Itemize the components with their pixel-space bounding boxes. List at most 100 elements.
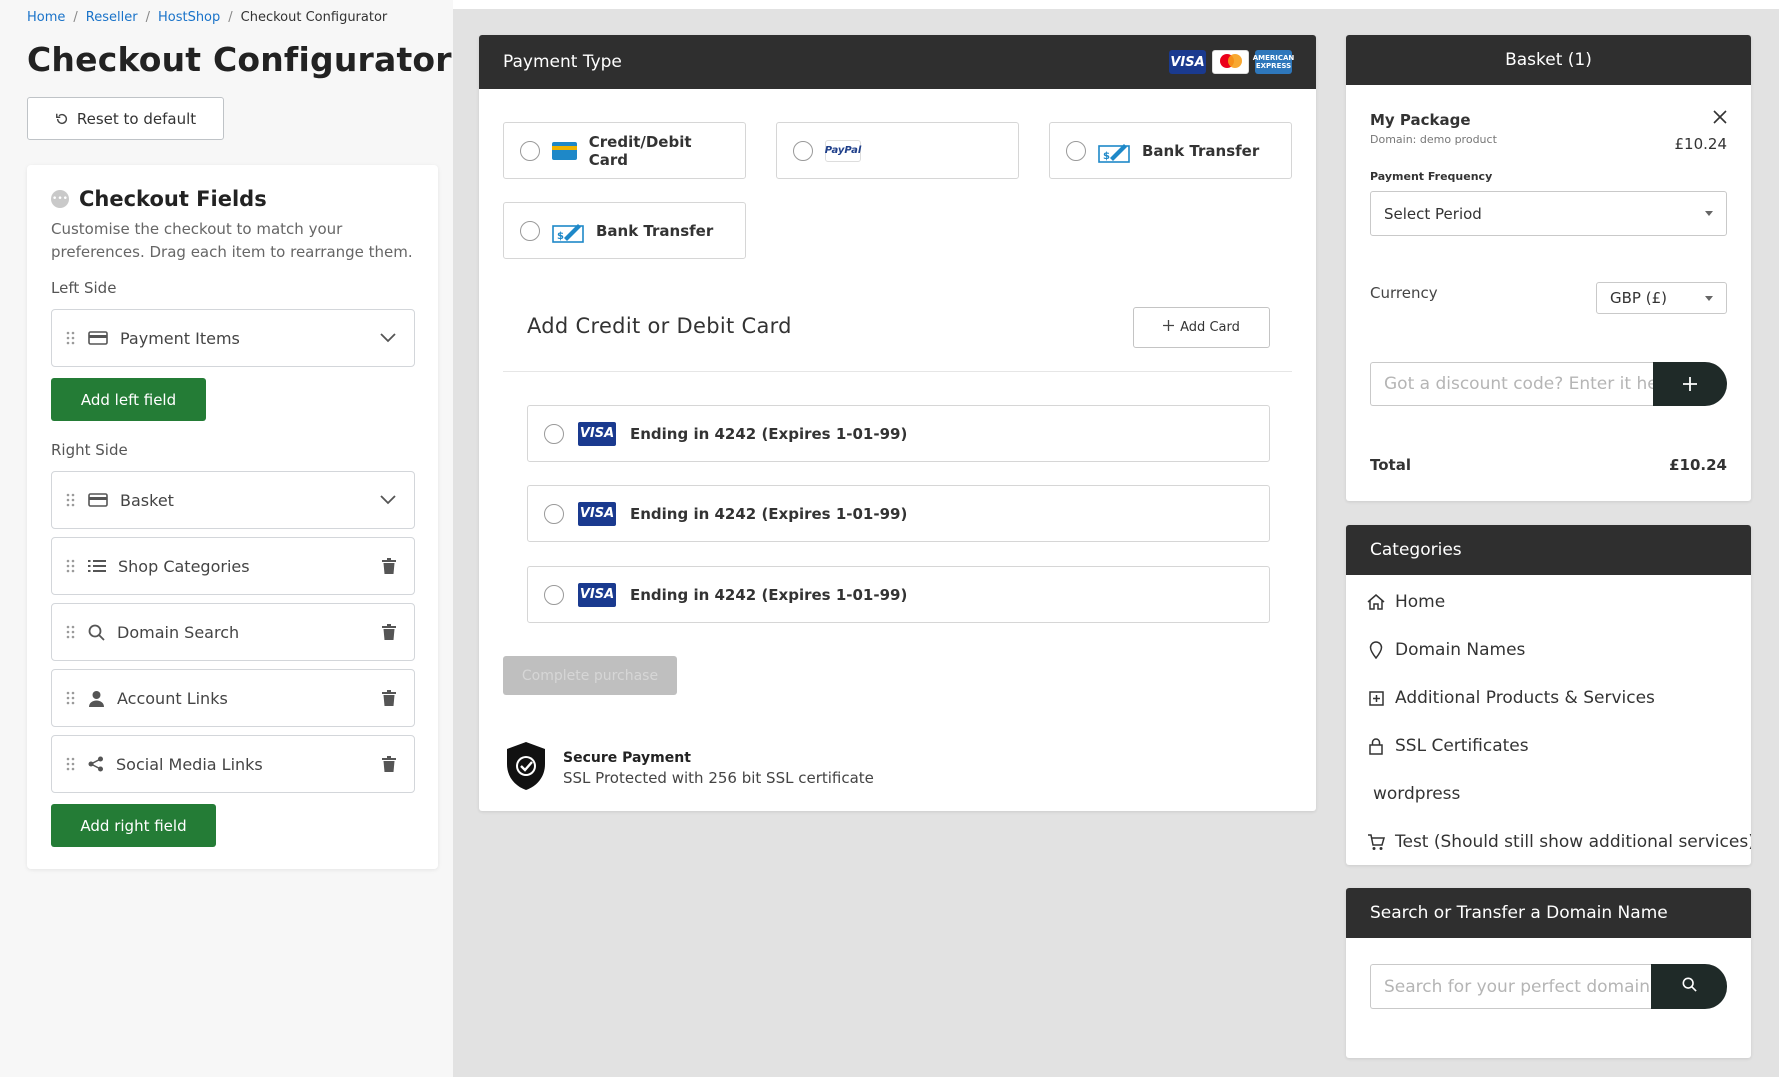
field-item-social-media-links[interactable]: Social Media Links [51, 735, 415, 793]
trash-icon[interactable] [382, 756, 396, 772]
secure-payment-notice: Secure Payment SSL Protected with 256 bi… [503, 740, 874, 796]
field-item-label: Account Links [117, 688, 228, 708]
plus-square-icon [1367, 690, 1385, 706]
search-icon [88, 624, 105, 641]
payment-type-header: Payment Type VISA AMERICAN EXPRESS [479, 35, 1316, 89]
payment-frequency-value: Select Period [1384, 204, 1482, 223]
preview-top-strip [453, 0, 1779, 9]
basket-item-name: My Package [1370, 111, 1471, 129]
field-item-account-links[interactable]: Account Links [51, 669, 415, 727]
field-item-label: Domain Search [117, 622, 240, 642]
total-label: Total [1370, 456, 1411, 474]
category-item-domain-names[interactable]: Domain Names [1367, 640, 1525, 660]
category-item-test[interactable]: Test (Should still show additional servi… [1367, 832, 1751, 852]
payment-option-label: Credit/Debit Card [588, 132, 692, 169]
trash-icon[interactable] [382, 624, 396, 640]
domain-search-input[interactable]: Search for your perfect domain [1370, 964, 1651, 1009]
categories-card: Categories Home Domain Names Additional … [1346, 525, 1751, 865]
apply-discount-button[interactable] [1653, 362, 1727, 406]
svg-text:$: $ [557, 231, 564, 242]
discount-code-input[interactable]: Got a discount code? Enter it here [1370, 362, 1653, 406]
field-item-label: Social Media Links [116, 754, 263, 774]
saved-card-label: Ending in 4242 (Expires 1-01-99) [630, 424, 908, 443]
radio-button[interactable] [793, 140, 813, 161]
drag-handle-icon[interactable] [66, 757, 76, 771]
payment-option-bank-transfer[interactable]: $ Bank Transfer [1049, 122, 1292, 179]
trash-icon[interactable] [382, 558, 396, 574]
drag-handle-icon[interactable] [66, 559, 76, 573]
drag-handle-icon[interactable] [66, 331, 76, 345]
page-title: Checkout Configurator [27, 40, 452, 79]
categories-title: Categories [1346, 525, 1751, 575]
caret-down-icon [1705, 295, 1713, 301]
user-icon [88, 690, 105, 707]
trash-icon[interactable] [382, 690, 396, 706]
payment-option-paypal[interactable]: PayPal [776, 122, 1019, 179]
radio-button[interactable] [544, 503, 564, 524]
plus-icon [1163, 320, 1175, 335]
drag-handle-icon[interactable] [66, 625, 76, 639]
domain-search-group: Search for your perfect domain [1370, 964, 1727, 1009]
category-label: Home [1395, 592, 1446, 612]
category-item-home[interactable]: Home [1367, 592, 1445, 612]
category-label: Additional Products & Services [1395, 688, 1655, 708]
payment-option-card[interactable]: Credit/Debit Card [503, 122, 746, 179]
search-icon [1682, 977, 1697, 996]
payment-frequency-select[interactable]: Select Period [1370, 191, 1727, 236]
paypal-icon: PayPal [825, 139, 861, 162]
field-item-label: Shop Categories [118, 556, 250, 576]
field-item-basket[interactable]: Basket [51, 471, 415, 529]
drag-handle-icon[interactable] [66, 493, 76, 507]
domain-search-title: Search or Transfer a Domain Name [1346, 888, 1751, 938]
radio-button[interactable] [1066, 140, 1086, 161]
field-item-payment-items[interactable]: Payment Items [51, 309, 415, 367]
complete-purchase-button[interactable]: Complete purchase [503, 656, 677, 695]
payment-option-label: Bank Transfer [596, 221, 714, 240]
currency-select[interactable]: GBP (£) [1596, 282, 1727, 314]
discount-code-group: Got a discount code? Enter it here [1370, 362, 1727, 406]
reset-label: Reset to default [76, 109, 197, 128]
reset-to-default-button[interactable]: Reset to default [27, 97, 224, 140]
domain-search-button[interactable] [1651, 964, 1727, 1009]
radio-button[interactable] [520, 220, 540, 241]
currency-value: GBP (£) [1610, 289, 1667, 307]
field-item-label: Payment Items [120, 328, 240, 348]
breadcrumb-separator: / [73, 10, 78, 25]
left-side-label: Left Side [51, 279, 117, 297]
payment-option-bank-transfer[interactable]: $ Bank Transfer [503, 202, 746, 259]
breadcrumb-current: Checkout Configurator [240, 10, 388, 25]
add-card-title: Add Credit or Debit Card [527, 314, 792, 338]
add-card-label: Add Card [1180, 320, 1240, 335]
category-item-wordpress[interactable]: wordpress [1373, 784, 1460, 804]
add-left-field-button[interactable]: Add left field [51, 378, 206, 421]
drag-handle-icon[interactable] [66, 691, 76, 705]
field-item-shop-categories[interactable]: Shop Categories [51, 537, 415, 595]
payment-frequency-label: Payment Frequency [1370, 170, 1493, 183]
category-item-additional-products[interactable]: Additional Products & Services [1367, 688, 1655, 708]
add-card-button[interactable]: Add Card [1133, 307, 1270, 348]
add-right-field-button[interactable]: Add right field [51, 804, 216, 847]
share-icon [88, 756, 104, 772]
close-icon[interactable] [1713, 109, 1727, 128]
category-item-ssl-certificates[interactable]: SSL Certificates [1367, 736, 1529, 756]
list-icon [88, 559, 106, 573]
radio-button[interactable] [520, 140, 540, 161]
breadcrumb-reseller[interactable]: Reseller [86, 10, 138, 25]
field-item-label: Basket [120, 490, 174, 510]
chevron-down-icon[interactable] [380, 333, 396, 343]
breadcrumb-hostshop[interactable]: HostShop [158, 10, 220, 25]
right-side-label: Right Side [51, 441, 128, 459]
saved-card-option[interactable]: VISA Ending in 4242 (Expires 1-01-99) [527, 405, 1270, 462]
chevron-down-icon[interactable] [380, 495, 396, 505]
total-value: £10.24 [1669, 456, 1727, 474]
breadcrumb-home[interactable]: Home [27, 10, 65, 25]
field-item-domain-search[interactable]: Domain Search [51, 603, 415, 661]
saved-card-option[interactable]: VISA Ending in 4242 (Expires 1-01-99) [527, 566, 1270, 623]
radio-button[interactable] [544, 584, 564, 605]
radio-button[interactable] [544, 423, 564, 444]
saved-card-option[interactable]: VISA Ending in 4242 (Expires 1-01-99) [527, 485, 1270, 542]
secure-payment-subtitle: SSL Protected with 256 bit SSL certifica… [563, 768, 874, 787]
breadcrumb-separator: / [228, 10, 233, 25]
home-icon [1367, 594, 1385, 610]
category-label: Test (Should still show additional servi… [1395, 832, 1751, 852]
